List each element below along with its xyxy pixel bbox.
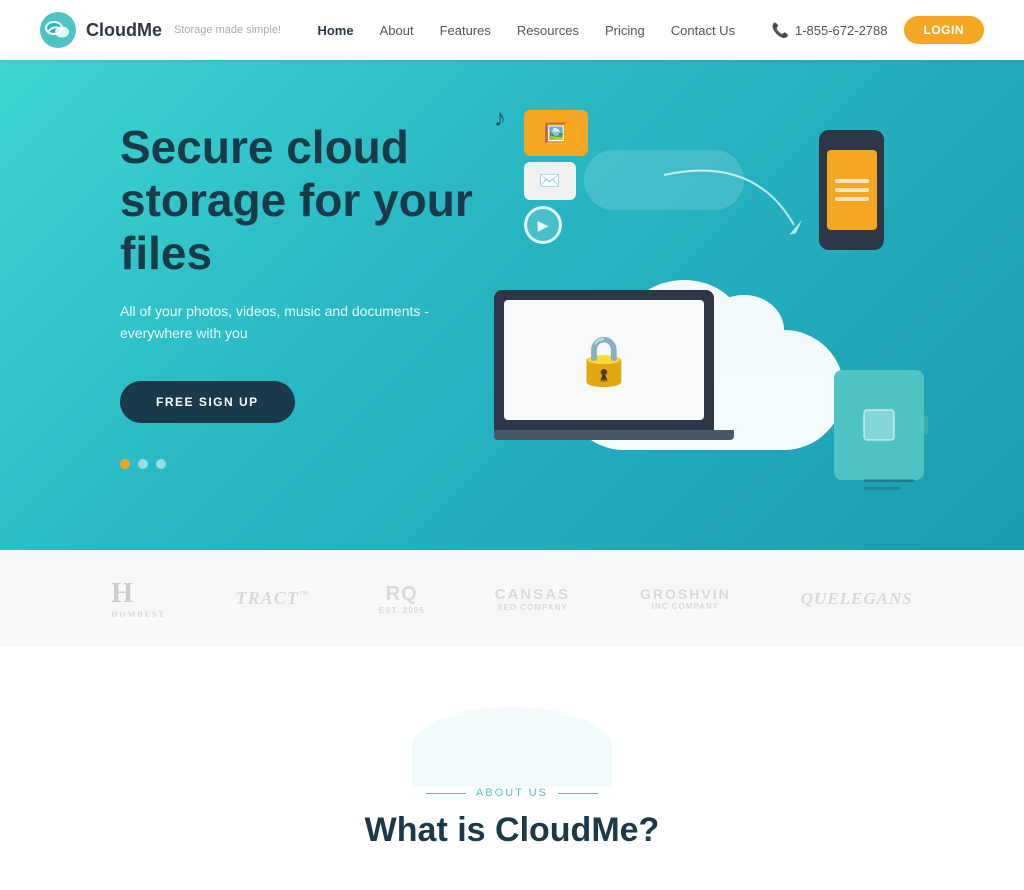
tablet-device: [834, 370, 924, 480]
hero-section: Secure cloud storage for your files All …: [0, 60, 1024, 550]
hero-content: Secure cloud storage for your files All …: [120, 121, 500, 468]
phone-number: 1-855-672-2788: [795, 23, 888, 38]
laptop: 🔒: [494, 290, 734, 460]
laptop-screen: 🔒: [494, 290, 714, 430]
partner-logo-tract: tract™: [236, 588, 309, 609]
about-title: What is CloudMe?: [40, 811, 984, 850]
hero-dots: [120, 459, 500, 469]
laptop-base: [494, 430, 734, 440]
main-nav: Home About Features Resources Pricing Co…: [317, 23, 735, 38]
tablet-button: [924, 415, 928, 435]
nav-resources[interactable]: Resources: [517, 23, 579, 38]
phone-line-1: [835, 179, 869, 183]
phone-icon: 📞: [772, 22, 789, 39]
nav-about[interactable]: About: [380, 23, 414, 38]
header: CloudMe Storage made simple! Home About …: [0, 0, 1024, 60]
partners-strip: H HOMBEST tract™ RQ EST. 2005 CANSAS SEO…: [0, 550, 1024, 647]
nav-pricing[interactable]: Pricing: [605, 23, 645, 38]
partner-logo-groshvin: GROSHVIN INC COMPANY: [640, 586, 731, 611]
laptop-screen-inner: 🔒: [504, 300, 704, 420]
logo-tagline: Storage made simple!: [174, 24, 281, 36]
partner-logo-quelegans: Quelegans: [801, 589, 913, 609]
phone-screen: [827, 150, 877, 230]
logo-area: CloudMe Storage made simple!: [40, 12, 281, 48]
image-icon: 🖼️: [524, 110, 588, 156]
about-section: ABOUT US What is CloudMe?: [0, 647, 1024, 890]
tablet-icon: [859, 405, 899, 445]
decoration-lines: [864, 479, 914, 490]
logo-text: CloudMe: [86, 20, 162, 41]
hero-illustration: ♪ 🖼️ ✉️ ▶ 🔒: [464, 90, 944, 510]
signup-button[interactable]: FREE SIGN UP: [120, 381, 295, 423]
cloud-peek: [412, 707, 612, 787]
cloud-peek-area: [40, 707, 984, 787]
nav-features[interactable]: Features: [440, 23, 491, 38]
dot-3[interactable]: [156, 459, 166, 469]
partner-logo-rq: RQ EST. 2005: [379, 583, 425, 615]
hero-title: Secure cloud storage for your files: [120, 121, 500, 280]
play-icon: ▶: [524, 206, 562, 244]
phone-area: 📞 1-855-672-2788: [772, 22, 888, 39]
dot-2[interactable]: [138, 459, 148, 469]
phone-line-2: [835, 188, 869, 192]
cloud-bg-1: [584, 150, 744, 210]
partner-logo-h: H HOMBEST: [111, 578, 165, 619]
hero-subtitle: All of your photos, videos, music and do…: [120, 300, 500, 345]
login-button[interactable]: LOGIN: [904, 16, 985, 44]
nav-contact[interactable]: Contact Us: [671, 23, 735, 38]
about-label: ABOUT US: [40, 787, 984, 799]
dot-1[interactable]: [120, 459, 130, 469]
logo-icon: [40, 12, 76, 48]
phone-device: [819, 130, 884, 250]
media-icons-group: ♪ 🖼️ ✉️ ▶: [524, 110, 588, 244]
phone-line-3: [835, 197, 869, 201]
nav-home[interactable]: Home: [317, 23, 353, 38]
email-icon: ✉️: [524, 162, 576, 200]
header-right: 📞 1-855-672-2788 LOGIN: [772, 16, 984, 44]
lock-icon: 🔒: [574, 332, 634, 389]
partner-logo-cansas: CANSAS SEO COMPANY: [495, 586, 570, 612]
